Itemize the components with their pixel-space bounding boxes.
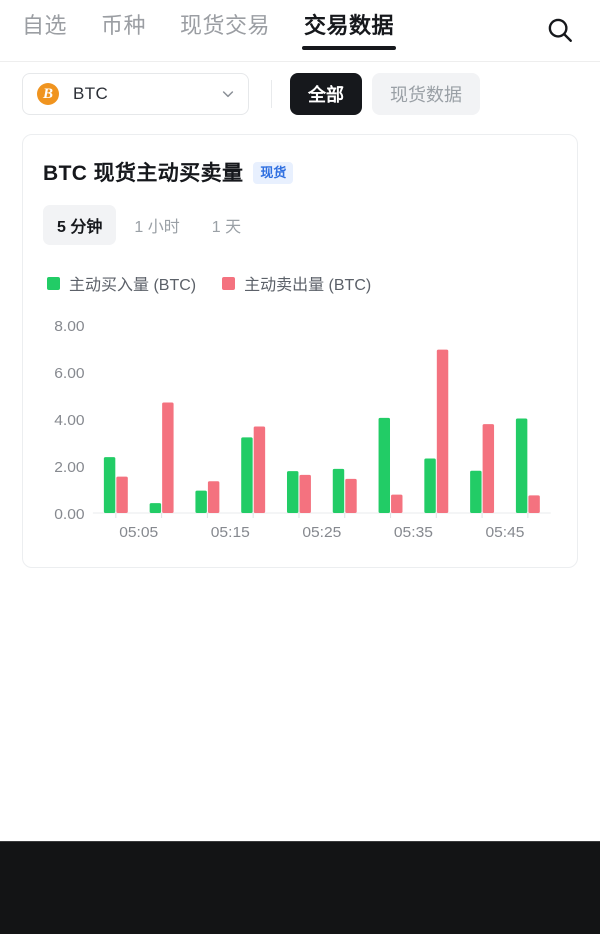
card-title: BTC 现货主动买卖量 bbox=[43, 162, 244, 185]
bar-sell[interactable] bbox=[436, 349, 449, 513]
status-badge: 现货 bbox=[253, 162, 294, 184]
vertical-divider bbox=[271, 80, 272, 108]
filter-bar: B BTC 全部 现货数据 bbox=[0, 62, 600, 126]
legend-swatch-buy bbox=[47, 276, 60, 290]
y-axis-tick-label: 0.00 bbox=[54, 506, 84, 523]
coin-selector[interactable]: B BTC bbox=[22, 73, 249, 115]
bar-buy[interactable] bbox=[332, 468, 345, 513]
nav-tab-watchlist[interactable]: 自选 bbox=[18, 11, 71, 55]
bar-sell[interactable] bbox=[482, 424, 495, 513]
legend-swatch-sell bbox=[222, 276, 236, 290]
bar-buy[interactable] bbox=[424, 458, 436, 513]
bar-sell[interactable] bbox=[345, 478, 357, 513]
segment-all[interactable]: 全部 bbox=[290, 73, 362, 115]
nav-tab-trade-data[interactable]: 交易数据 bbox=[300, 11, 398, 55]
bar-sell[interactable] bbox=[116, 476, 128, 513]
bar-buy[interactable] bbox=[103, 457, 116, 513]
legend-item-sell[interactable]: 主动卖出量 (BTC) bbox=[222, 271, 371, 295]
range-tab-5m[interactable]: 5 分钟 bbox=[43, 205, 117, 245]
y-axis-tick-label: 6.00 bbox=[54, 365, 84, 382]
bar-buy[interactable] bbox=[378, 417, 391, 513]
legend-label-sell: 主动卖出量 (BTC) bbox=[244, 277, 372, 294]
bar-sell[interactable] bbox=[299, 474, 311, 513]
bar-chart-canvas[interactable]: 0.00 2.00 4.00 6.00 8.00 05:05 05:15 05:25 05:35… bbox=[43, 317, 557, 547]
bar-sell[interactable] bbox=[253, 426, 266, 513]
bar-chart[interactable]: 0.00 2.00 4.00 6.00 8.00 05:05 05:15 05:25 05:35… bbox=[43, 317, 557, 547]
bar-sell[interactable] bbox=[162, 402, 174, 513]
bar-buy[interactable] bbox=[195, 490, 207, 513]
data-scope-segmented-control: 全部 现货数据 bbox=[290, 73, 480, 115]
card-container: BTC 现货主动买卖量 现货 5 分钟 1 小时 1 天 主动买入量 (BTC)… bbox=[0, 126, 600, 568]
nav-tab-coins[interactable]: 币种 bbox=[97, 11, 150, 55]
bar-buy[interactable] bbox=[286, 471, 299, 513]
y-axis-tick-label: 4.00 bbox=[54, 412, 84, 429]
spot-taker-volume-card: BTC 现货主动买卖量 现货 5 分钟 1 小时 1 天 主动买入量 (BTC)… bbox=[22, 134, 578, 568]
bar-sell[interactable] bbox=[391, 494, 403, 513]
page-spacer bbox=[0, 568, 600, 841]
card-header: BTC 现货主动买卖量 现货 bbox=[43, 157, 557, 187]
top-navigation: 自选 币种 现货交易 交易数据 bbox=[0, 0, 600, 62]
nav-tab-spot-trading[interactable]: 现货交易 bbox=[176, 11, 274, 55]
legend-label-buy: 主动买入量 (BTC) bbox=[69, 277, 197, 294]
range-tab-1d[interactable]: 1 天 bbox=[198, 205, 255, 245]
bar-buy[interactable] bbox=[241, 437, 253, 513]
chart-legend: 主动买入量 (BTC) 主动卖出量 (BTC) bbox=[43, 271, 557, 295]
chevron-down-icon bbox=[220, 86, 236, 102]
x-axis-tick-label: 05:45 bbox=[485, 524, 524, 541]
y-axis-tick-label: 8.00 bbox=[54, 318, 84, 335]
app-root: 自选 币种 现货交易 交易数据 B BTC 全部 现货数据 BTC 现货主动买卖… bbox=[0, 0, 600, 934]
x-axis-tick-label: 05:35 bbox=[394, 524, 433, 541]
y-axis-tick-label: 2.00 bbox=[54, 459, 84, 476]
search-icon[interactable] bbox=[542, 12, 578, 48]
bar-buy[interactable] bbox=[149, 503, 162, 513]
bar-buy[interactable] bbox=[470, 470, 482, 513]
bar-sell[interactable] bbox=[528, 495, 540, 513]
x-axis-tick-label: 05:05 bbox=[119, 524, 158, 541]
x-axis-tick-label: 05:25 bbox=[302, 524, 341, 541]
x-axis-tick-label: 05:15 bbox=[211, 524, 250, 541]
coin-symbol-label: BTC bbox=[73, 84, 109, 103]
legend-item-buy[interactable]: 主动买入量 (BTC) bbox=[47, 271, 196, 295]
bar-buy[interactable] bbox=[515, 418, 528, 513]
time-range-tabs: 5 分钟 1 小时 1 天 bbox=[43, 205, 557, 245]
range-tab-1h[interactable]: 1 小时 bbox=[120, 205, 193, 245]
bottom-system-bar bbox=[0, 841, 600, 934]
segment-spot-data[interactable]: 现货数据 bbox=[372, 73, 480, 115]
nav-tab-list: 自选 币种 现货交易 交易数据 bbox=[18, 0, 398, 61]
bitcoin-icon: B bbox=[37, 83, 59, 105]
bar-sell[interactable] bbox=[207, 481, 220, 513]
